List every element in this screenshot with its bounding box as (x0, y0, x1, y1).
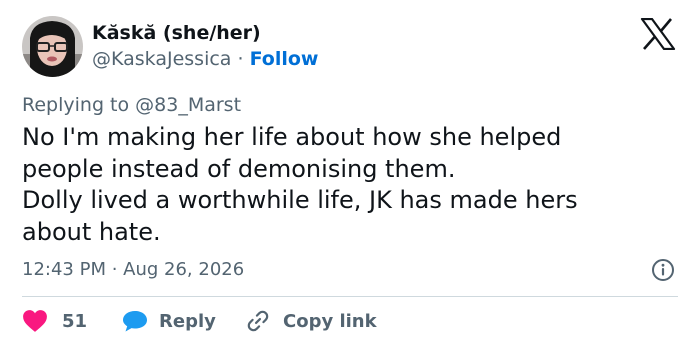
avatar[interactable] (22, 16, 83, 77)
heart-icon (22, 309, 48, 333)
tweet-line: about hate. (22, 217, 161, 246)
x-logo-icon[interactable] (640, 17, 676, 51)
tweet-text: No I'm making her life about how she hel… (22, 122, 682, 248)
copy-link-button[interactable]: Copy link (245, 306, 377, 336)
tweet-line: people instead of demonising them. (22, 154, 456, 183)
handle-line: @KaskaJessica · Follow (92, 47, 319, 71)
follow-button[interactable]: Follow (250, 48, 319, 70)
user-handle[interactable]: @KaskaJessica (92, 48, 231, 70)
info-icon[interactable] (651, 258, 675, 282)
timestamp[interactable]: 12:43 PM · Aug 26, 2026 (22, 258, 244, 282)
reply-button[interactable]: Reply (121, 306, 216, 336)
display-name[interactable]: Kăskă (she/her) (92, 21, 261, 45)
copy-link-label: Copy link (283, 310, 377, 332)
reply-label: Reply (159, 310, 216, 332)
reply-prefix: Replying to (22, 94, 136, 116)
link-icon (245, 308, 271, 334)
tweet-line: No I'm making her life about how she hel… (22, 123, 562, 151)
like-button[interactable]: 51 (22, 306, 87, 336)
handle-separator: · (237, 48, 244, 70)
speech-bubble-icon (121, 309, 149, 333)
divider (22, 296, 678, 297)
reply-context: Replying to @83_Marst (22, 93, 241, 117)
tweet-line: Dolly lived a worthwhile life, JK has ma… (22, 186, 578, 214)
like-count: 51 (62, 310, 88, 332)
tweet-card: Kăskă (she/her) @KaskaJessica · Follow R… (0, 0, 700, 348)
reply-mention[interactable]: @83_Marst (135, 94, 241, 116)
